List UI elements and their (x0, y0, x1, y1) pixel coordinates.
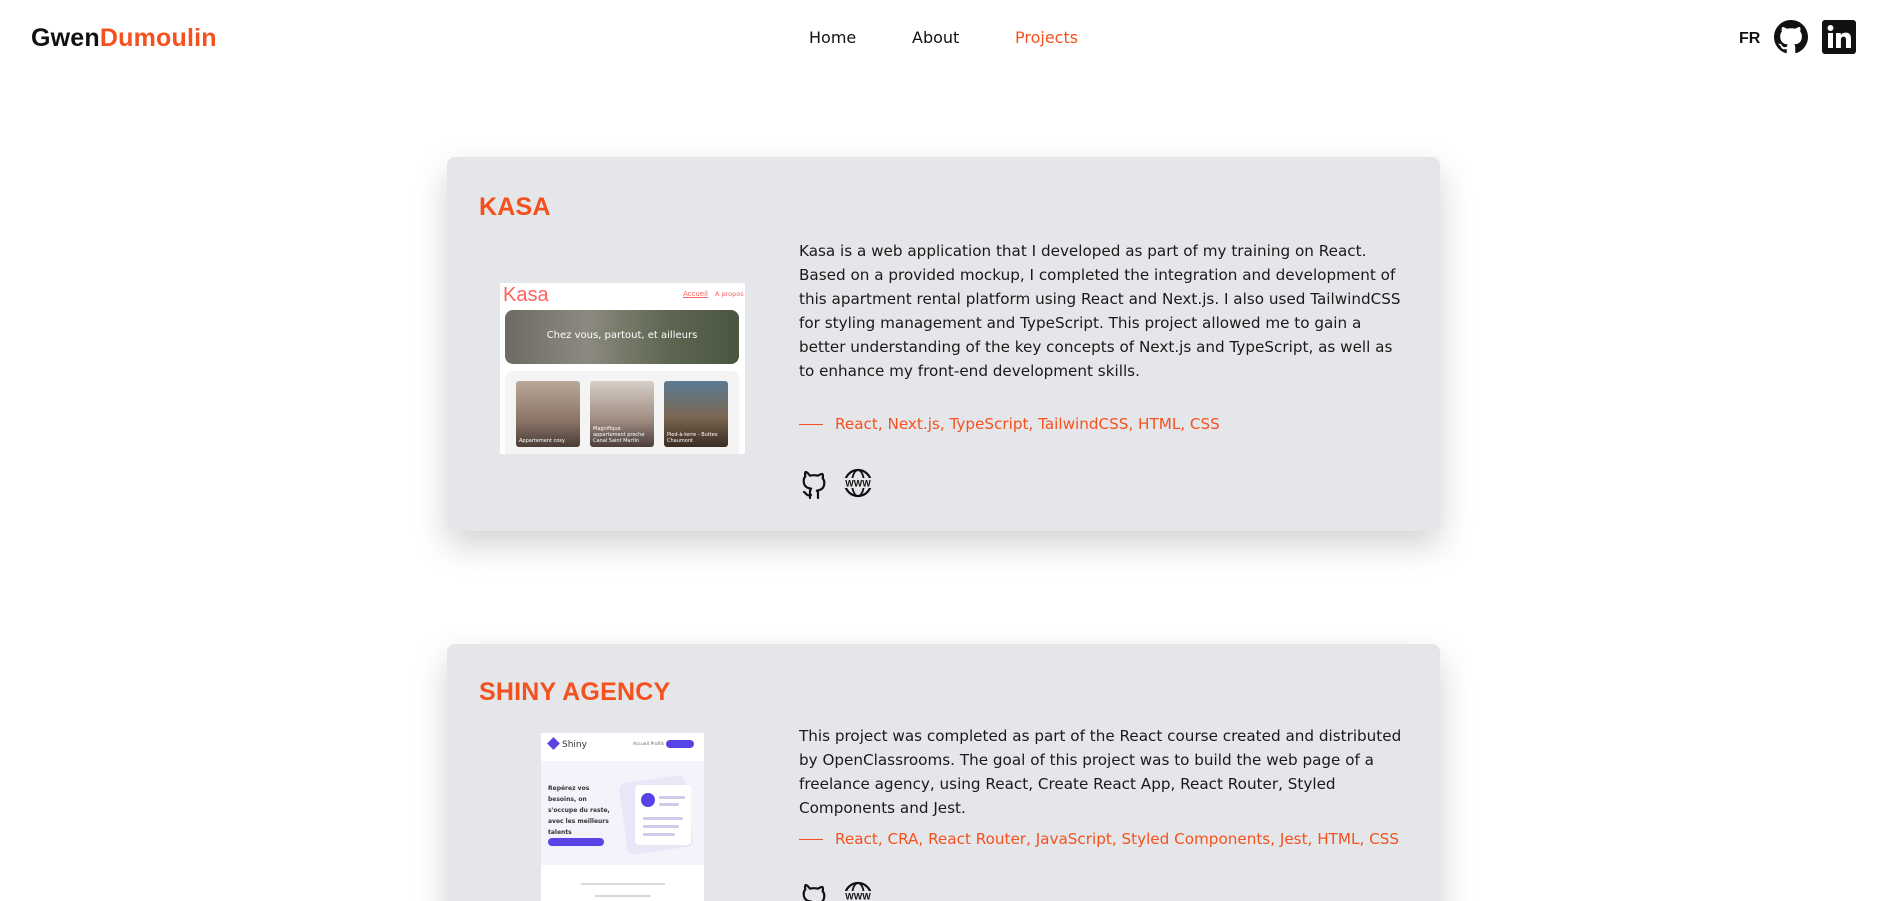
kasa-tile: Magnifique appartement proche Canal Sain… (590, 381, 654, 447)
shiny-footer-area (541, 865, 704, 901)
kasa-tile-label: Magnifique appartement proche Canal Sain… (593, 426, 645, 444)
website-icon[interactable]: WWW (842, 880, 874, 901)
shiny-topbar: Shiny Accueil Profils (541, 733, 704, 761)
project-card-shiny-agency: SHINY AGENCY Shiny Accueil Profils Repér… (447, 644, 1440, 901)
kasa-tile-label: Pied-à-terre - Buttes Chaumont (667, 432, 718, 444)
main-nav: Home About Projects (0, 28, 1890, 52)
github-icon[interactable] (799, 880, 831, 901)
shiny-hero-button (548, 838, 604, 846)
svg-text:WWW: WWW (845, 479, 871, 489)
kasa-banner-text: Chez vous, partout, et ailleurs (546, 330, 698, 341)
kasa-tile-label: Appartement cosy (519, 438, 565, 444)
kasa-tile: Appartement cosy (516, 381, 580, 447)
nav-projects[interactable]: Projects (1015, 28, 1078, 47)
shiny-cta-top (666, 740, 694, 748)
shiny-illustration-line (643, 825, 679, 828)
website-icon[interactable]: WWW (842, 467, 874, 499)
linkedin-icon[interactable] (1822, 20, 1856, 54)
project-description: Kasa is a web application that I develop… (799, 242, 1401, 380)
shiny-illustration-line (659, 796, 685, 799)
site-header: GwenDumoulin Home About Projects FR (0, 0, 1890, 78)
shiny-illustration-line (643, 833, 675, 836)
project-title: SHINY AGENCY (479, 678, 671, 706)
shiny-nav: Accueil Profils (633, 742, 665, 747)
project-title: KASA (479, 193, 551, 221)
kasa-nav-home: Accueil (683, 290, 708, 298)
project-card-kasa: KASA Kasa Accueil A propos Chez vous, pa… (447, 157, 1440, 531)
project-tech-stack: React, Next.js, TypeScript, TailwindCSS,… (799, 415, 1220, 433)
github-icon[interactable] (1774, 20, 1808, 54)
project-thumbnail: Shiny Accueil Profils Repérez vos besoin… (541, 733, 704, 901)
kasa-nav-about: A propos (715, 290, 744, 298)
shiny-logo-text: Shiny (562, 740, 587, 750)
shiny-footer-line (581, 883, 665, 885)
language-toggle[interactable]: FR (1739, 30, 1760, 48)
project-tech-stack: React, CRA, React Router, JavaScript, St… (799, 830, 1399, 848)
shiny-logo: Shiny (547, 737, 587, 750)
shiny-hero-text: Repérez vos besoins, on s'occupe du rest… (548, 785, 610, 836)
project-description: This project was completed as part of th… (799, 727, 1402, 817)
shiny-illustration-line (643, 817, 683, 820)
nav-about[interactable]: About (912, 28, 959, 47)
tech-dash (799, 424, 823, 425)
project-thumbnail: Kasa Accueil A propos Chez vous, partout… (500, 283, 745, 454)
project-links: WWW (799, 880, 880, 901)
shiny-illustration-avatar (641, 793, 655, 807)
shiny-hero: Repérez vos besoins, on s'occupe du rest… (541, 761, 704, 865)
kasa-banner: Chez vous, partout, et ailleurs (505, 310, 739, 364)
kasa-tile: Pied-à-terre - Buttes Chaumont (664, 381, 728, 447)
project-links: WWW (799, 467, 880, 501)
tech-dash (799, 839, 823, 840)
svg-text:WWW: WWW (845, 892, 871, 901)
kasa-gallery: Appartement cosy Magnifique appartement … (505, 371, 739, 454)
shiny-diamond-icon (547, 737, 560, 750)
github-icon[interactable] (799, 467, 831, 499)
kasa-logo: Kasa (503, 284, 549, 306)
nav-home[interactable]: Home (809, 28, 856, 47)
shiny-footer-line (595, 895, 651, 897)
tech-list: React, Next.js, TypeScript, TailwindCSS,… (835, 415, 1220, 433)
shiny-illustration-line (659, 803, 679, 806)
tech-list: React, CRA, React Router, JavaScript, St… (835, 830, 1399, 848)
